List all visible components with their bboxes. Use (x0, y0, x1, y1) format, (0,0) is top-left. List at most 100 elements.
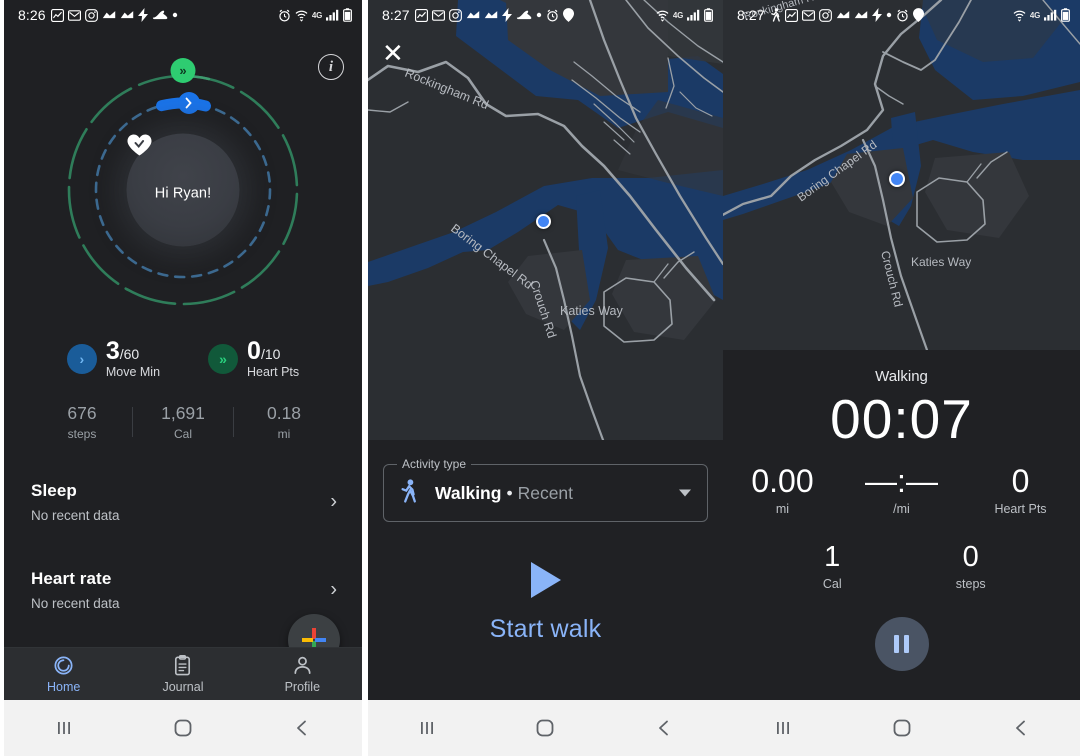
steps-value: 676 (67, 403, 97, 424)
current-location-dot (889, 171, 905, 187)
recents-icon[interactable] (368, 718, 486, 738)
dot-icon (536, 12, 542, 18)
gmail-icon (67, 9, 81, 22)
back-icon[interactable] (243, 718, 362, 738)
distance-value: 0.00 (751, 462, 814, 499)
instagram-icon (84, 8, 98, 22)
stat-calories: 1 Cal (763, 541, 902, 591)
stat-distance: 0.00 mi (723, 462, 842, 516)
strava-icon-2 (120, 9, 134, 21)
metric-move-min[interactable]: › 3/60 Move Min (66, 338, 160, 379)
alarm-icon (896, 9, 909, 22)
nav-item-journal[interactable]: Journal (123, 654, 242, 694)
stat-steps: 0 steps (902, 542, 1041, 591)
alarm-icon (546, 9, 559, 22)
calories-value: 1 (824, 541, 841, 574)
status-bar-time: 8:27 (737, 7, 765, 23)
start-walk-sheet: Activity type Walking • Recent Start wal… (368, 440, 723, 700)
nav-item-profile[interactable]: Profile (243, 654, 362, 694)
pause-button[interactable] (874, 616, 929, 671)
close-button[interactable]: ✕ (382, 40, 404, 66)
status-bar-time: 8:27 (382, 7, 410, 23)
distance-value: 0.18 (266, 403, 302, 424)
fit-rings-icon (54, 656, 73, 675)
shoe-icon (516, 9, 532, 21)
walk-stats-row-2: 1 Cal 0 steps (723, 541, 1080, 591)
steps-label: steps (955, 576, 986, 591)
home-icon[interactable] (842, 717, 961, 739)
back-icon[interactable] (605, 718, 723, 738)
card-subtitle: No recent data (31, 596, 120, 612)
home-screen-body: 8:26 4G i » Hi Ryan! › 3/60 Move Min » 0… (4, 0, 362, 700)
home-icon[interactable] (123, 717, 242, 739)
location-pin-icon (562, 8, 574, 22)
greeting-text: Hi Ryan! (154, 185, 212, 201)
dot-icon (172, 12, 178, 18)
recents-icon[interactable] (4, 718, 123, 738)
pace-label: /mi (893, 502, 910, 517)
play-icon (528, 560, 564, 605)
activity-rings[interactable]: » Hi Ryan! (57, 58, 309, 316)
pause-icon (894, 634, 899, 653)
strava-icon (466, 9, 480, 21)
start-walk-label: Start walk (489, 615, 602, 643)
network-type-label: 4G (1029, 10, 1040, 20)
heart-pts-label: Heart Pts (994, 502, 1047, 517)
activity-type-value: Walking (435, 482, 502, 503)
heart-pts-label: Heart Pts (247, 365, 300, 380)
map-label-katies-way: Katies Way (560, 304, 624, 318)
recents-icon[interactable] (723, 718, 842, 738)
back-icon[interactable] (961, 718, 1080, 738)
start-walk-button[interactable]: Start walk (368, 560, 723, 644)
network-type-label: 4G (672, 10, 683, 20)
card-title: Sleep (31, 481, 77, 501)
wifi-icon (656, 9, 669, 22)
card-sleep[interactable]: Sleep No recent data › (4, 469, 362, 535)
strava-icon (836, 9, 850, 21)
clipboard-icon (175, 654, 191, 676)
nav-label: Journal (162, 680, 204, 694)
wifi-icon (1013, 9, 1026, 22)
home-icon[interactable] (486, 717, 604, 739)
walking-person-icon (770, 8, 781, 22)
nav-item-home[interactable]: Home (4, 654, 123, 694)
stat-divider (233, 407, 234, 438)
signal-icon (687, 9, 700, 21)
signal-icon (1044, 9, 1057, 21)
steps-label: steps (67, 427, 97, 442)
status-bar-1: 8:26 4G (4, 0, 362, 30)
strava-icon (102, 9, 116, 21)
stat-calories: 1,691 Cal (141, 403, 225, 441)
phone-screen-start-walk: Rockingham Rd Boring Chapel Rd Crouch Rd… (368, 0, 723, 756)
dot-icon (886, 12, 892, 18)
stat-divider (132, 407, 133, 438)
stat-pace: —:— /mi (842, 464, 961, 517)
shoe-icon (152, 9, 168, 21)
screenshot-root: 8:26 4G i » Hi Ryan! › 3/60 Move Min » 0… (0, 0, 1080, 756)
nav-label: Profile (284, 680, 321, 694)
chevron-down-icon[interactable] (679, 489, 691, 497)
phone-screen-walk-active: Rockingham Rd Boring Chapel Rd Crouch Rd… (723, 0, 1080, 756)
gmail-icon (801, 9, 815, 22)
signal-icon (326, 9, 339, 21)
battery-icon (343, 8, 352, 22)
gmail-icon (431, 9, 445, 22)
info-button[interactable]: i (318, 54, 344, 80)
map-view-3[interactable]: Rockingham Rd Boring Chapel Rd Crouch Rd… (723, 0, 1080, 350)
status-bar-app-icons (414, 8, 656, 22)
android-nav-bar-3 (723, 700, 1080, 756)
wifi-icon (295, 9, 308, 22)
activity-recency: Recent (517, 482, 574, 503)
location-pin-icon (912, 8, 924, 22)
chart-app-icon (50, 8, 64, 22)
activity-type-select[interactable]: Activity type Walking • Recent (383, 457, 708, 522)
nav-label: Home (46, 680, 81, 694)
strava-icon-2 (484, 9, 498, 21)
metric-heart-pts[interactable]: » 0/10 Heart Pts (208, 338, 299, 379)
current-location-dot (536, 214, 551, 229)
person-icon (294, 656, 311, 675)
status-bar-2: 8:27 4G (368, 0, 723, 30)
instagram-icon (818, 8, 832, 22)
start-walk-screen-body: Rockingham Rd Boring Chapel Rd Crouch Rd… (368, 0, 723, 700)
status-bar-app-icons (50, 8, 278, 22)
